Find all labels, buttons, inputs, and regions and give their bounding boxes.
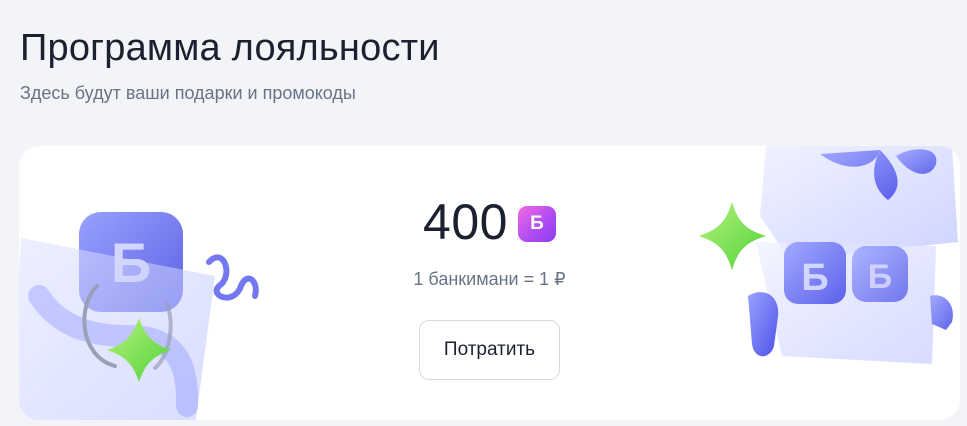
balance-section: 400 Б 1 банкимани = 1 ₽ Потратить [19, 146, 960, 420]
loyalty-page: Программа лояльности Здесь будут ваши по… [0, 0, 967, 426]
spend-button[interactable]: Потратить [419, 320, 560, 380]
balance-row: 400 Б [423, 192, 556, 252]
loyalty-card: Б Б 400 Б 1 банкимани = 1 ₽ Потратить [19, 146, 960, 420]
exchange-rate-text: 1 банкимани = 1 ₽ [413, 269, 566, 289]
bonus-currency-icon: Б [517, 206, 556, 242]
balance-amount: 400 [423, 194, 508, 250]
page-title: Программа лояльности [20, 27, 440, 69]
page-subtitle: Здесь будут ваши подарки и промокоды [20, 83, 356, 103]
